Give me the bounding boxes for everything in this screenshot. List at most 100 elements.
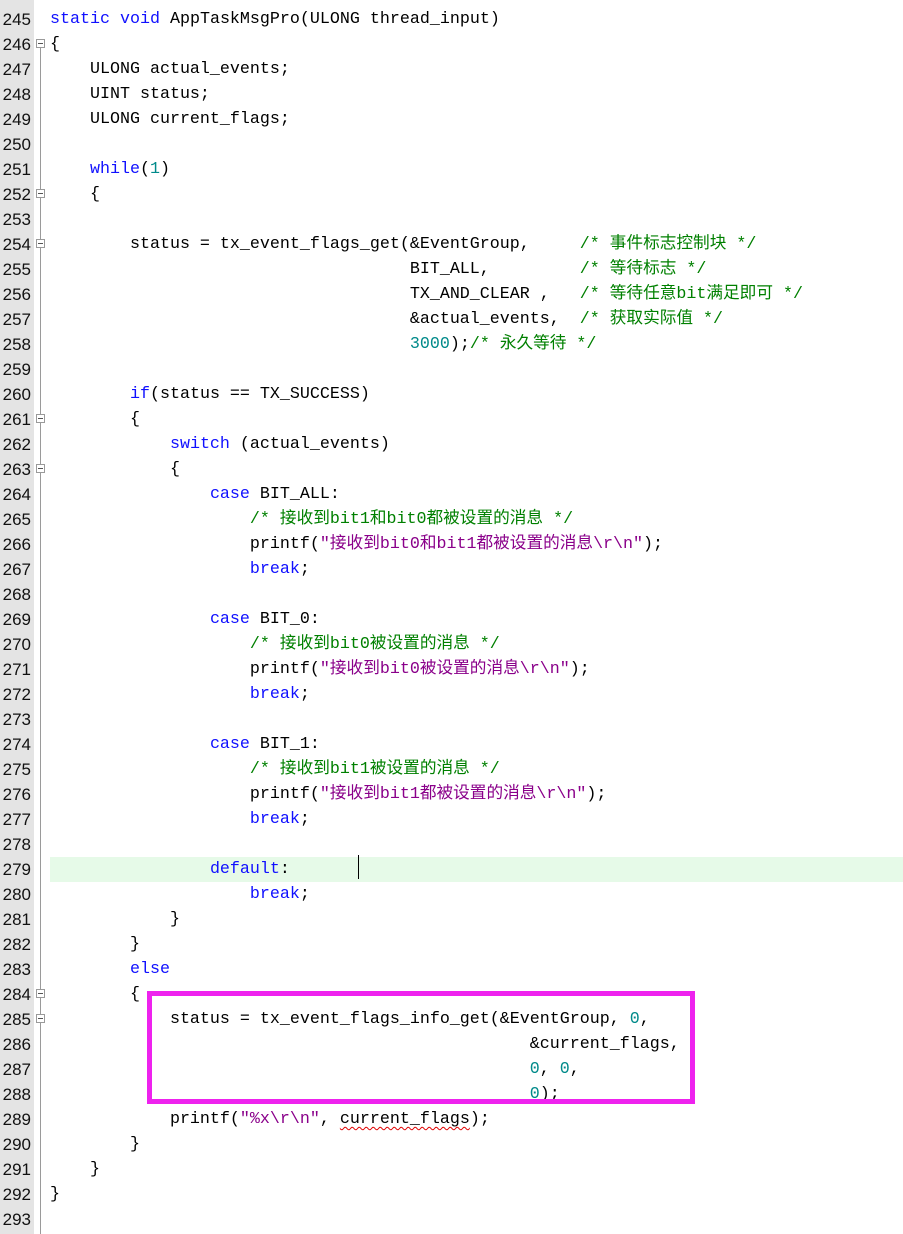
code-line[interactable]: 265 /* 接收到bit1和bit0都被设置的消息 */ — [0, 507, 903, 532]
code-line[interactable]: 282 } — [0, 932, 903, 957]
code-content[interactable]: else — [50, 957, 903, 982]
code-line[interactable]: 292} — [0, 1182, 903, 1207]
fold-collapse-icon[interactable] — [36, 989, 45, 998]
code-content[interactable]: break; — [50, 882, 903, 907]
code-line[interactable]: 266 printf("接收到bit0和bit1都被设置的消息\r\n"); — [0, 532, 903, 557]
code-content[interactable]: while(1) — [50, 157, 903, 182]
code-line[interactable]: 248 UINT status; — [0, 82, 903, 107]
code-line[interactable]: 273 — [0, 707, 903, 732]
code-line[interactable]: 276 printf("接收到bit1都被设置的消息\r\n"); — [0, 782, 903, 807]
code-text: TX_AND_CLEAR , — [50, 285, 580, 304]
code-line[interactable]: 283 else — [0, 957, 903, 982]
code-content[interactable]: case BIT_ALL: — [50, 482, 903, 507]
code-content[interactable]: { — [50, 407, 903, 432]
fold-collapse-icon[interactable] — [36, 1014, 45, 1023]
code-line[interactable]: 293 — [0, 1207, 903, 1232]
code-content[interactable]: } — [50, 1182, 903, 1207]
code-line[interactable]: 278 — [0, 832, 903, 857]
code-content[interactable]: /* 接收到bit1和bit0都被设置的消息 */ — [50, 507, 903, 532]
code-content[interactable]: printf("接收到bit0被设置的消息\r\n"); — [50, 657, 903, 682]
code-content[interactable] — [50, 357, 903, 382]
code-content[interactable]: printf("%x\r\n", current_flags); — [50, 1107, 903, 1132]
code-line[interactable]: 289 printf("%x\r\n", current_flags); — [0, 1107, 903, 1132]
fold-collapse-icon[interactable] — [36, 189, 45, 198]
code-line[interactable]: 253 — [0, 207, 903, 232]
line-number: 251 — [2, 160, 31, 179]
code-line[interactable]: 251 while(1) — [0, 157, 903, 182]
code-content[interactable]: ULONG actual_events; — [50, 57, 903, 82]
code-content[interactable]: } — [50, 1132, 903, 1157]
code-line[interactable]: 263 { — [0, 457, 903, 482]
code-line[interactable]: 281 } — [0, 907, 903, 932]
code-content[interactable]: { — [50, 182, 903, 207]
code-content[interactable]: 3000);/* 永久等待 */ — [50, 332, 903, 357]
code-line[interactable]: 277 break; — [0, 807, 903, 832]
code-content[interactable] — [50, 1207, 903, 1232]
code-content[interactable] — [50, 832, 903, 857]
code-content[interactable]: /* 接收到bit1被设置的消息 */ — [50, 757, 903, 782]
code-content[interactable]: break; — [50, 807, 903, 832]
code-line[interactable]: 275 /* 接收到bit1被设置的消息 */ — [0, 757, 903, 782]
code-line[interactable]: 274 case BIT_1: — [0, 732, 903, 757]
code-content[interactable]: TX_AND_CLEAR , /* 等待任意bit满足即可 */ — [50, 282, 903, 307]
code-line[interactable]: 259 — [0, 357, 903, 382]
code-content[interactable] — [50, 132, 903, 157]
code-line[interactable]: 268 — [0, 582, 903, 607]
code-content[interactable] — [50, 582, 903, 607]
code-content[interactable]: break; — [50, 682, 903, 707]
code-content[interactable]: &actual_events, /* 获取实际值 */ — [50, 307, 903, 332]
code-line[interactable]: 246 { — [0, 32, 903, 57]
code-line[interactable]: 271 printf("接收到bit0被设置的消息\r\n"); — [0, 657, 903, 682]
code-text: (actual_events) — [229, 435, 390, 454]
code-line[interactable]: 272 break; — [0, 682, 903, 707]
code-line[interactable]: 260 if(status == TX_SUCCESS) — [0, 382, 903, 407]
code-line[interactable]: 291 } — [0, 1157, 903, 1182]
code-line[interactable]: 261 { — [0, 407, 903, 432]
code-line[interactable]: 267 break; — [0, 557, 903, 582]
code-content[interactable]: break; — [50, 557, 903, 582]
code-content[interactable]: { — [50, 32, 903, 57]
code-line[interactable]: 258 3000);/* 永久等待 */ — [0, 332, 903, 357]
code-content[interactable]: switch (actual_events) — [50, 432, 903, 457]
fold-collapse-icon[interactable] — [36, 239, 45, 248]
code-content[interactable]: } — [50, 907, 903, 932]
code-content[interactable]: status = tx_event_flags_get(&EventGroup,… — [50, 232, 903, 257]
code-text: } — [50, 1185, 60, 1204]
code-content[interactable]: UINT status; — [50, 82, 903, 107]
code-line[interactable]: 262 switch (actual_events) — [0, 432, 903, 457]
code-content[interactable]: BIT_ALL, /* 等待标志 */ — [50, 257, 903, 282]
code-content[interactable]: } — [50, 1157, 903, 1182]
code-line[interactable]: 254 status = tx_event_flags_get(&EventGr… — [0, 232, 903, 257]
code-line[interactable]: 256 TX_AND_CLEAR , /* 等待任意bit满足即可 */ — [0, 282, 903, 307]
code-line[interactable]: 264 case BIT_ALL: — [0, 482, 903, 507]
code-line[interactable]: 270 /* 接收到bit0被设置的消息 */ — [0, 632, 903, 657]
code-line[interactable]: 279 default: — [0, 857, 903, 882]
code-line[interactable]: 252 { — [0, 182, 903, 207]
code-content[interactable]: case BIT_1: — [50, 732, 903, 757]
code-content[interactable]: /* 接收到bit0被设置的消息 */ — [50, 632, 903, 657]
fold-collapse-icon[interactable] — [36, 464, 45, 473]
code-line[interactable]: 269 case BIT_0: — [0, 607, 903, 632]
code-content[interactable] — [50, 207, 903, 232]
code-content[interactable]: static void AppTaskMsgPro(ULONG thread_i… — [50, 7, 903, 32]
code-line[interactable]: 247 ULONG actual_events; — [0, 57, 903, 82]
code-line[interactable]: 290 } — [0, 1132, 903, 1157]
code-line[interactable]: 250 — [0, 132, 903, 157]
code-content[interactable]: printf("接收到bit0和bit1都被设置的消息\r\n"); — [50, 532, 903, 557]
code-line[interactable]: 280 break; — [0, 882, 903, 907]
code-line[interactable]: 257 &actual_events, /* 获取实际值 */ — [0, 307, 903, 332]
code-content[interactable]: if(status == TX_SUCCESS) — [50, 382, 903, 407]
code-content[interactable]: case BIT_0: — [50, 607, 903, 632]
code-content[interactable]: default: — [50, 857, 903, 882]
code-line[interactable]: 249 ULONG current_flags; — [0, 107, 903, 132]
fold-collapse-icon[interactable] — [36, 39, 45, 48]
code-line[interactable]: 245 static void AppTaskMsgPro(ULONG threa… — [0, 7, 903, 32]
code-line[interactable]: 255 BIT_ALL, /* 等待标志 */ — [0, 257, 903, 282]
code-content[interactable]: } — [50, 932, 903, 957]
code-content[interactable]: ULONG current_flags; — [50, 107, 903, 132]
code-content[interactable]: printf("接收到bit1都被设置的消息\r\n"); — [50, 782, 903, 807]
code-content[interactable] — [50, 707, 903, 732]
code-content[interactable]: { — [50, 457, 903, 482]
fold-collapse-icon[interactable] — [36, 414, 45, 423]
